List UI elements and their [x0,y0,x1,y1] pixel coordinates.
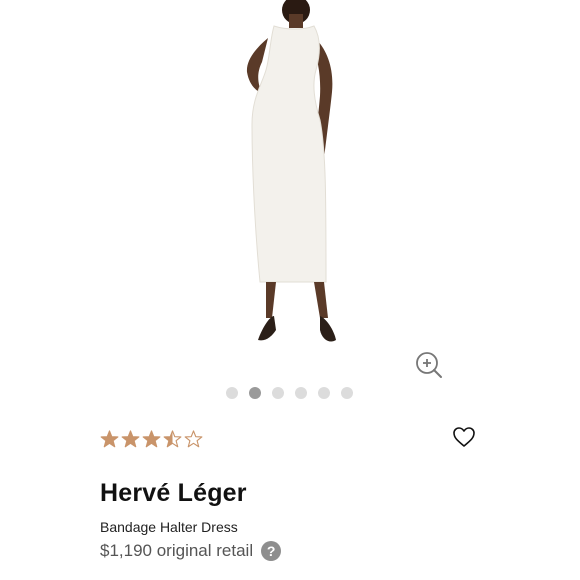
star-empty-icon [184,430,203,448]
star-full-icon [121,430,140,448]
carousel-dot[interactable] [341,387,353,399]
star-half-icon [163,430,182,448]
star-full-icon [142,430,161,448]
price-row: $1,190 original retail ? [100,541,282,561]
carousel-dot[interactable] [295,387,307,399]
carousel-dot[interactable] [249,387,261,399]
brand-name[interactable]: Hervé Léger [100,479,247,508]
product-name: Bandage Halter Dress [100,519,238,535]
retail-price: $1,190 original retail [100,541,254,560]
carousel-dot[interactable] [318,387,330,399]
carousel-dot[interactable] [272,387,284,399]
zoom-in-icon[interactable] [414,350,444,380]
question-icon[interactable]: ? [261,541,282,561]
star-full-icon [100,430,119,448]
image-carousel-dots [226,387,353,399]
star-rating [100,430,203,449]
heart-icon[interactable] [452,426,476,448]
product-image [246,0,336,342]
carousel-dot[interactable] [226,387,238,399]
